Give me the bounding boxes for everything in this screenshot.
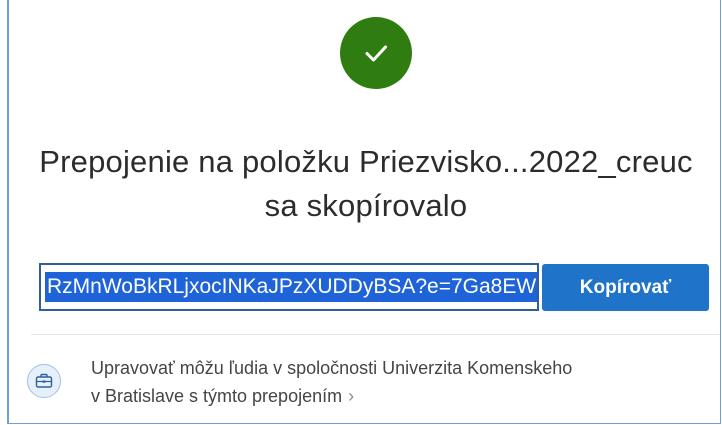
permission-line-1: Upravovať môžu ľudia v spoločnosti Unive…	[91, 358, 573, 378]
link-url-selected-text: RzMnWoBkRLjxocINKaJPzXUDDyBSA?e=7Ga8EW	[45, 272, 537, 302]
permission-line-2: v Bratislave s týmto prepojením	[91, 386, 343, 406]
divider	[31, 334, 720, 335]
link-copied-dialog: Prepojenie na položku Priezvisko...2022_…	[7, 0, 721, 424]
permission-icon-badge	[27, 364, 61, 398]
checkmark-icon	[365, 45, 387, 62]
success-badge	[340, 17, 412, 89]
title-line-2: sa skopírovalo	[264, 188, 468, 223]
title-line-1: Prepojenie na položku Priezvisko...2022_…	[39, 144, 693, 179]
briefcase-icon	[35, 373, 53, 388]
link-permission-settings[interactable]: Upravovať môžu ľudia v spoločnosti Unive…	[27, 350, 717, 414]
dialog-title: Prepojenie na položku Priezvisko...2022_…	[9, 140, 720, 228]
link-url-field[interactable]: RzMnWoBkRLjxocINKaJPzXUDDyBSA?e=7Ga8EW	[39, 263, 539, 311]
copy-link-button[interactable]: Kopírovať	[542, 264, 709, 311]
chevron-right-icon: ›	[348, 386, 355, 406]
permission-description: Upravovať môžu ľudia v spoločnosti Unive…	[91, 354, 711, 410]
permission-line-2-wrap: v Bratislave s týmto prepojením ›	[91, 382, 711, 410]
